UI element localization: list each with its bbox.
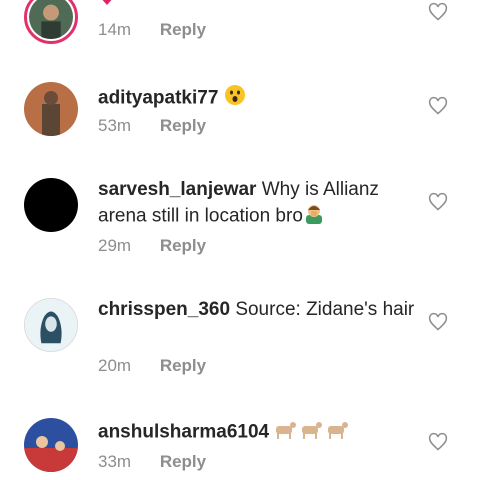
comment-meta: 53m Reply [98,116,206,136]
comment-time: 20m [98,356,132,375]
comment-time: 14m [98,20,132,39]
comment-username[interactable]: chrisspen_360 [98,299,230,320]
like-heart-icon[interactable] [428,96,448,116]
reply-button[interactable]: Reply [160,116,206,135]
comment-body: Source: Zidane's hair [235,299,415,320]
person-facepalming-icon [303,202,325,231]
avatar[interactable] [24,82,78,136]
heart-emoji-icon [98,0,116,12]
reply-button[interactable]: Reply [160,20,206,39]
goat-emoji-icon [274,418,352,447]
comment-time: 53m [98,116,132,135]
comment-time: 33m [98,452,132,471]
comment-username[interactable]: anshulsharma6104 [98,422,269,443]
like-heart-icon[interactable] [428,312,448,332]
reply-button[interactable]: Reply [160,452,206,471]
like-heart-icon[interactable] [428,2,448,22]
comment-username[interactable]: sarvesh_lanjewar [98,179,256,200]
comment-time: 29m [98,236,132,255]
comment-meta: 29m Reply [98,236,206,256]
comment-text: anshulsharma6104 [98,418,416,447]
like-heart-icon[interactable] [428,192,448,212]
comment-text: sarvesh_lanjewar Why is Allianz arena st… [98,178,416,231]
avatar[interactable] [24,418,78,472]
comment-meta: 33m Reply [98,452,206,472]
astonished-face-icon [224,84,246,113]
comment-text: chrisspen_360 Source: Zidane's hair [98,298,416,322]
comment-text [98,0,416,12]
like-heart-icon[interactable] [428,432,448,452]
comment-meta: 14m Reply [98,20,206,40]
avatar[interactable] [24,0,78,44]
comment-meta: 20m Reply [98,356,206,376]
reply-button[interactable]: Reply [160,356,206,375]
avatar[interactable] [24,178,78,232]
comment-username[interactable]: adityapatki77 [98,88,218,109]
avatar[interactable] [24,298,78,352]
reply-button[interactable]: Reply [160,236,206,255]
comment-text: adityapatki77 [98,84,416,113]
